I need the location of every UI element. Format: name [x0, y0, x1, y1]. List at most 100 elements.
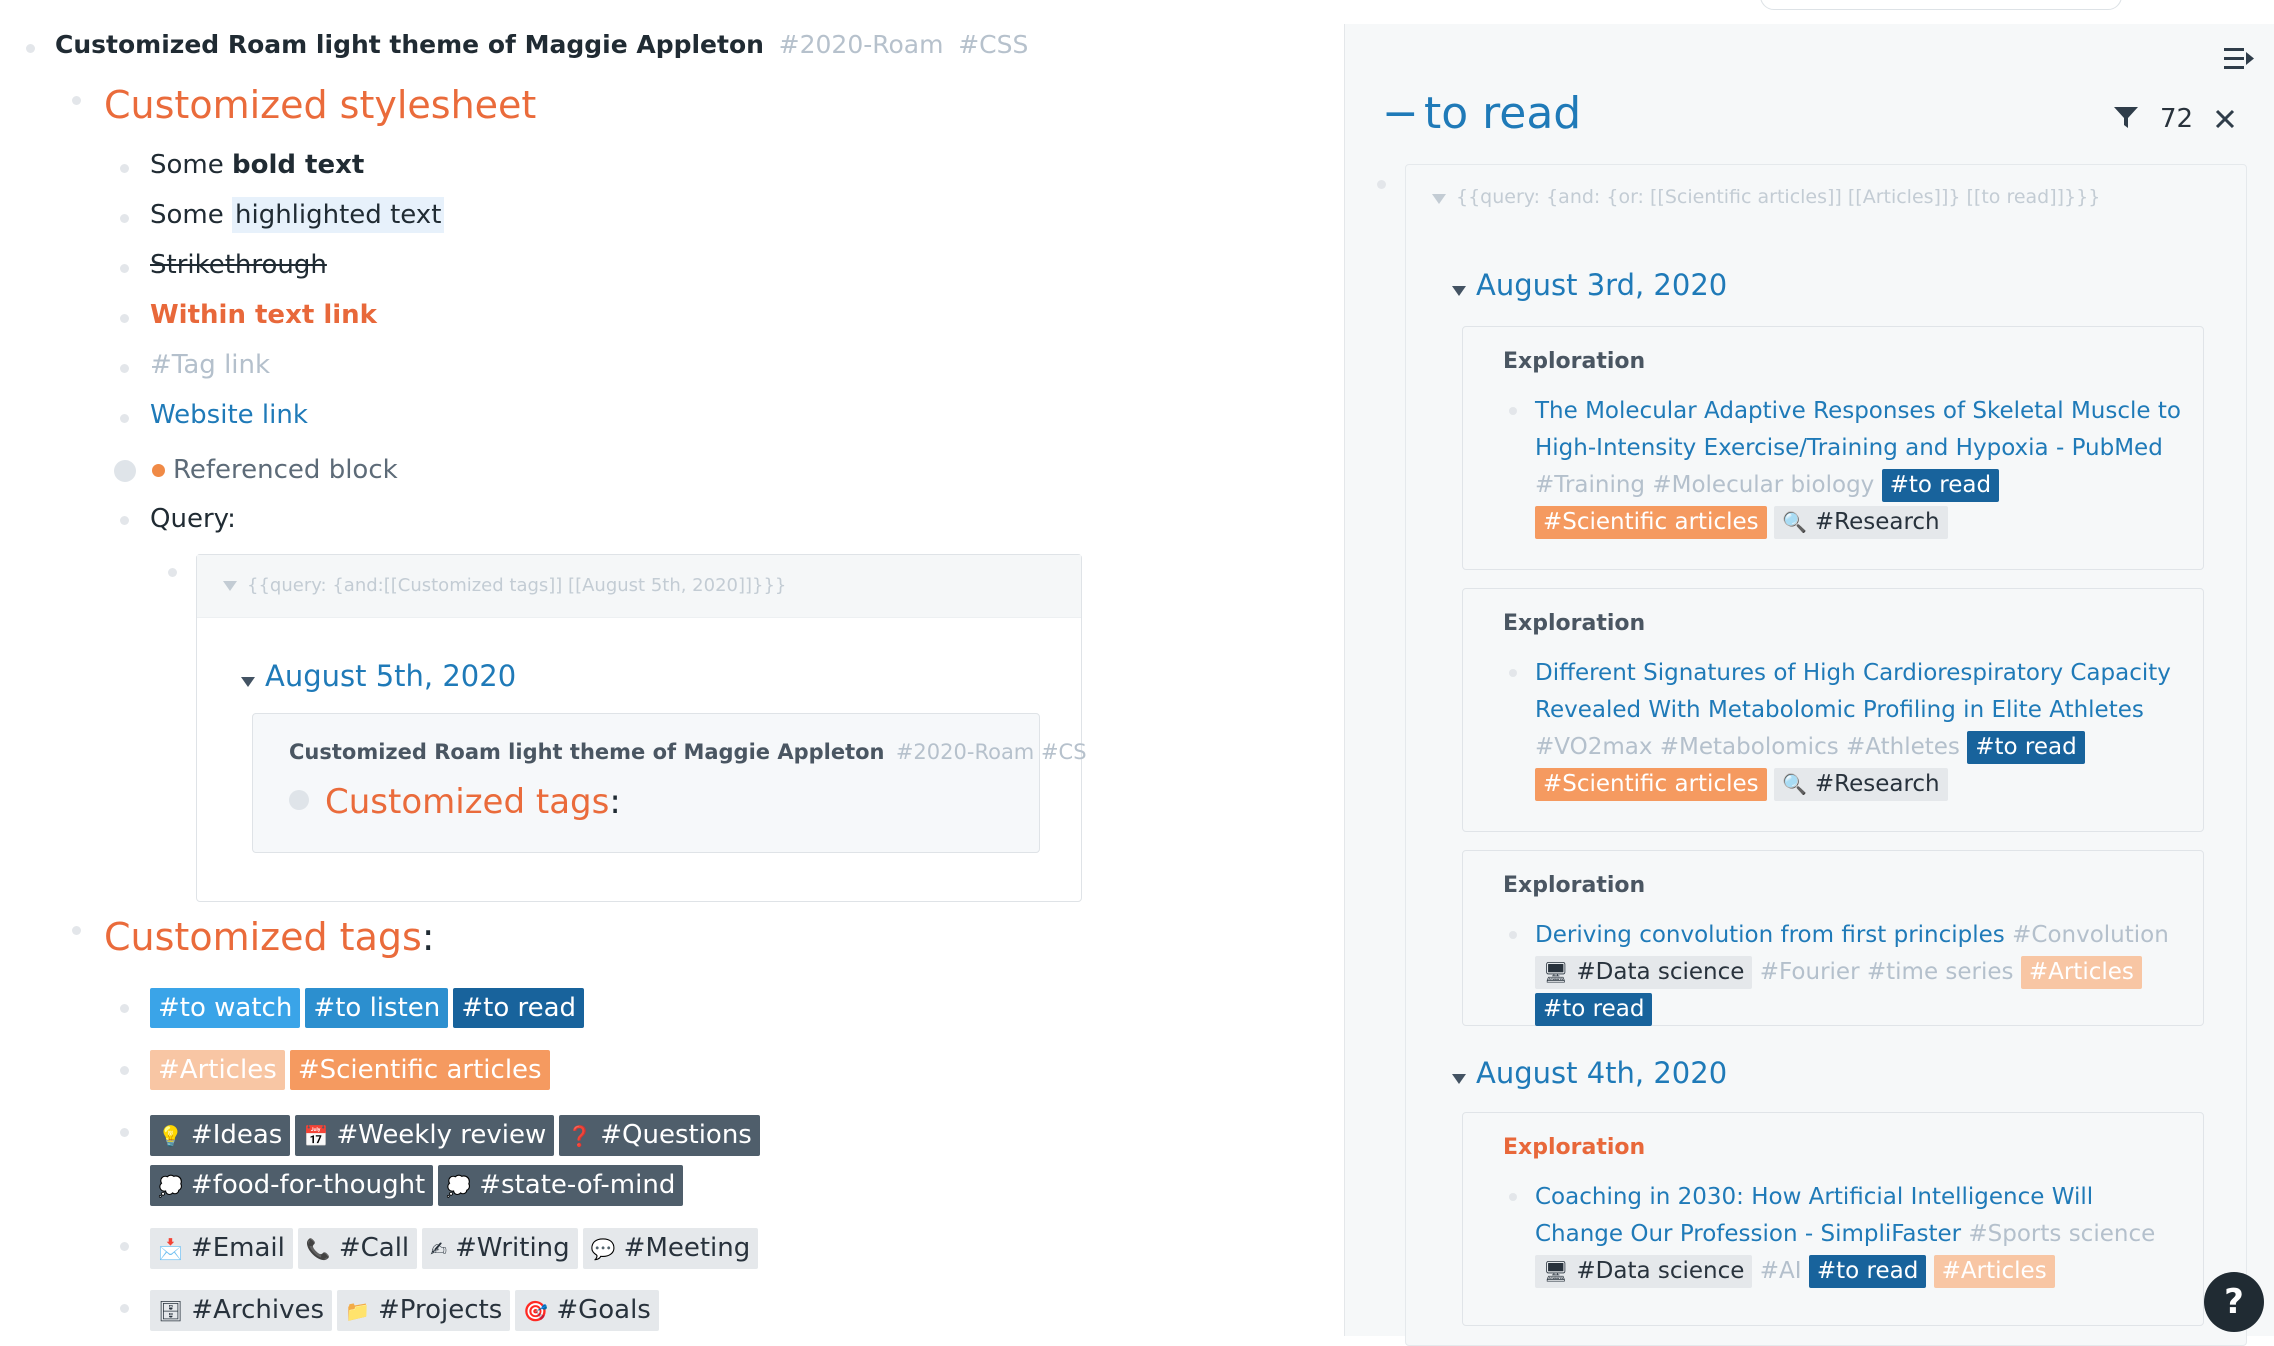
tag-data-science[interactable]: 🖥 #Data science	[1535, 956, 1753, 989]
website-link[interactable]: Website link	[150, 400, 308, 430]
collapse-caret-icon[interactable]	[223, 581, 237, 591]
card-label[interactable]: Exploration	[1503, 1135, 1645, 1160]
tag-ideas[interactable]: 💡 #Ideas	[150, 1115, 291, 1156]
block-bullet[interactable]	[120, 1128, 129, 1137]
tag-to-read[interactable]: #to read	[453, 988, 585, 1028]
tag-convolution[interactable]: #Convolution	[2012, 922, 2169, 948]
tag-scientific-articles[interactable]: #Scientific articles	[1535, 768, 1767, 801]
tag-time-series[interactable]: #time series	[1867, 959, 2014, 985]
tag-ai[interactable]: #AI	[1760, 1258, 1802, 1284]
tag-weekly-review[interactable]: 📅 #Weekly review	[295, 1115, 555, 1156]
sidebar-title[interactable]: − to read	[1382, 88, 1581, 139]
block-bullet[interactable]	[1509, 931, 1517, 939]
tag-articles[interactable]: #Articles	[2020, 956, 2142, 989]
close-icon[interactable]	[2214, 108, 2236, 134]
tag-to-read[interactable]: #to read	[1808, 1255, 1927, 1288]
block-bullet[interactable]	[72, 926, 81, 935]
query-date-link[interactable]: August 5th, 2020	[265, 659, 516, 693]
help-button[interactable]: ?	[2204, 1272, 2264, 1332]
block-bullet[interactable]	[1509, 407, 1517, 415]
query-label[interactable]: Query:	[150, 504, 236, 534]
tag-link[interactable]: #Tag link	[150, 350, 270, 380]
highlight-block[interactable]: Some highlighted text	[150, 197, 445, 233]
title-tag-roam[interactable]: #2020-Roam	[779, 30, 944, 59]
block-bullet[interactable]	[120, 264, 129, 273]
tag-to-watch[interactable]: #to watch	[150, 988, 301, 1028]
page-title-text[interactable]: Customized Roam light theme of Maggie Ap…	[55, 30, 764, 59]
tag-to-read[interactable]: #to read	[1535, 993, 1653, 1026]
tag-call[interactable]: 📞 #Call	[297, 1228, 418, 1269]
bold-text-block[interactable]: Some bold text	[150, 150, 364, 180]
block-bullet[interactable]	[120, 1004, 129, 1013]
collapse-caret-icon[interactable]	[241, 676, 255, 687]
block-bullet[interactable]	[120, 516, 129, 525]
tag-fourier[interactable]: #Fourier	[1760, 959, 1860, 985]
tag-research[interactable]: 🔍 #Research	[1773, 506, 1948, 539]
tag-data-science[interactable]: 🖥 #Data science	[1535, 1255, 1753, 1288]
filter-icon[interactable]	[2113, 106, 2139, 134]
ref-count-bullet[interactable]	[114, 460, 136, 482]
tag-molecular-biology[interactable]: #Molecular biology	[1652, 472, 1874, 498]
sidebar-page-title[interactable]: to read	[1424, 88, 1581, 139]
tag-questions[interactable]: ❓ #Questions	[559, 1115, 760, 1156]
date-link-aug-3[interactable]: August 3rd, 2020	[1476, 268, 1727, 302]
result-card-heading[interactable]: Customized tags:	[325, 782, 621, 822]
stylesheet-heading[interactable]: Customized stylesheet	[104, 83, 536, 127]
block-bullet[interactable]	[120, 364, 129, 373]
block-bullet[interactable]	[120, 414, 129, 423]
tag-writing[interactable]: ✍ #Writing	[422, 1228, 578, 1269]
title-tag-css[interactable]: #CSS	[958, 30, 1028, 59]
tag-meeting[interactable]: 💬 #Meeting	[582, 1228, 759, 1269]
block-bullet[interactable]	[120, 1066, 129, 1075]
strikethrough-block[interactable]: Strikethrough	[150, 250, 327, 280]
tag-state-of-mind[interactable]: 💭 #state-of-mind	[438, 1165, 684, 1206]
block-bullet[interactable]	[120, 314, 129, 323]
card-label[interactable]: Exploration	[1503, 873, 1645, 898]
result-card-title[interactable]: Customized Roam light theme of Maggie Ap…	[289, 740, 1087, 764]
sidebar-toggle-icon[interactable]	[2222, 44, 2256, 74]
tag-to-read[interactable]: #to read	[1967, 731, 2085, 764]
block-bullet[interactable]	[1377, 180, 1386, 189]
title-bullet[interactable]	[26, 44, 35, 53]
sidebar-query-header[interactable]: {{query: {and: {or: [[Scientific article…	[1432, 186, 2100, 208]
collapse-caret-icon[interactable]	[1432, 193, 1446, 204]
tag-archives[interactable]: 🗄 #Archives	[150, 1290, 333, 1331]
ref-count-bullet[interactable]	[289, 790, 309, 810]
date-link-aug-4[interactable]: August 4th, 2020	[1476, 1056, 1727, 1090]
tag-to-listen[interactable]: #to listen	[305, 988, 449, 1028]
tag-research[interactable]: 🔍 #Research	[1773, 768, 1948, 801]
article-link[interactable]: Different Signatures of High Cardiorespi…	[1535, 660, 2171, 723]
within-text-link[interactable]: Within text link	[150, 300, 377, 330]
block-bullet[interactable]	[120, 1304, 129, 1313]
block-bullet[interactable]	[120, 214, 129, 223]
tag-email[interactable]: 📩 #Email	[150, 1228, 293, 1269]
tag-to-read[interactable]: #to read	[1881, 469, 2000, 502]
tag-scientific-articles[interactable]: #Scientific articles	[1535, 506, 1767, 539]
block-bullet[interactable]	[72, 96, 81, 105]
card-label[interactable]: Exploration	[1503, 611, 1645, 636]
referenced-block[interactable]: Referenced block	[152, 455, 398, 485]
tag-athletes[interactable]: #Athletes	[1846, 734, 1960, 760]
query-header[interactable]: {{query: {and:[[Customized tags]] [[Augu…	[197, 555, 1081, 618]
tag-sports-science[interactable]: #Sports science	[1968, 1221, 2155, 1247]
tag-metabolomics[interactable]: #Metabolomics	[1660, 734, 1839, 760]
article-link[interactable]: The Molecular Adaptive Responses of Skel…	[1535, 398, 2181, 461]
tag-food-for-thought[interactable]: 💭 #food-for-thought	[150, 1165, 434, 1206]
collapse-minus-icon[interactable]: −	[1382, 88, 1419, 139]
collapse-caret-icon[interactable]	[1452, 1073, 1466, 1084]
block-bullet[interactable]	[120, 164, 129, 173]
card-label[interactable]: Exploration	[1503, 349, 1645, 374]
block-bullet[interactable]	[120, 1242, 129, 1251]
tag-articles[interactable]: #Articles	[1933, 1255, 2055, 1288]
tag-training[interactable]: #Training	[1535, 472, 1645, 498]
search-input[interactable]	[1760, 0, 2122, 10]
block-bullet[interactable]	[1509, 1193, 1517, 1201]
tags-heading[interactable]: Customized tags:	[104, 915, 435, 959]
tag-projects[interactable]: 📁 #Projects	[337, 1290, 511, 1331]
tag-scientific-articles[interactable]: #Scientific articles	[289, 1050, 550, 1090]
collapse-caret-icon[interactable]	[1452, 285, 1466, 296]
tag-articles[interactable]: #Articles	[150, 1050, 285, 1090]
article-link[interactable]: Deriving convolution from first principl…	[1535, 922, 2005, 948]
block-bullet[interactable]	[168, 568, 177, 577]
tag-goals[interactable]: 🎯 #Goals	[515, 1290, 659, 1331]
